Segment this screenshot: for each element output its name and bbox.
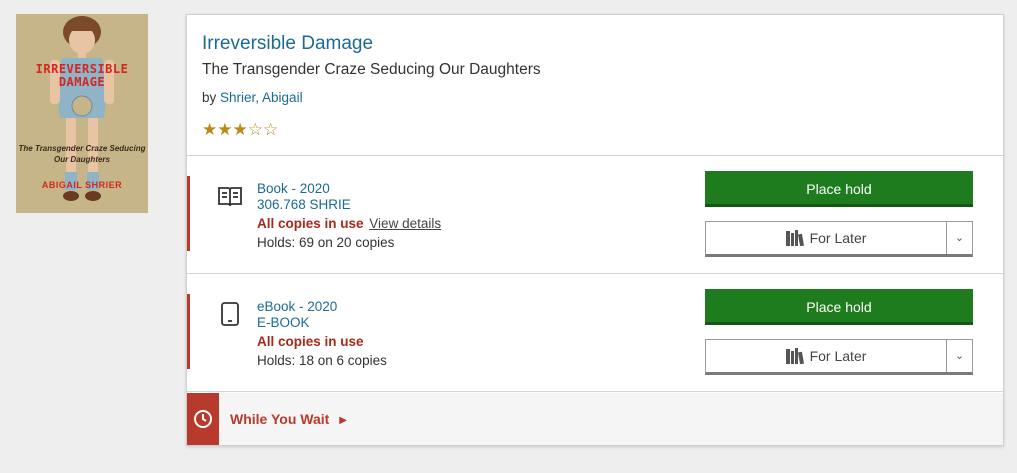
caret-right-icon: ▶ <box>339 415 347 426</box>
shelf-icon <box>785 230 804 247</box>
format-info: eBook - 2020 E-BOOK All copies in use Ho… <box>257 299 387 369</box>
shelf-icon <box>785 348 804 365</box>
format-row-ebook: eBook - 2020 E-BOOK All copies in use Ho… <box>187 274 1003 392</box>
for-later-label: For Later <box>809 230 867 246</box>
availability-status: All copies in use <box>257 334 364 349</box>
byline-prefix: by <box>202 90 221 105</box>
view-details-link[interactable]: View details <box>369 216 441 231</box>
call-number: 306.768 SHRIE <box>257 197 351 212</box>
format-label[interactable]: eBook - 2020 <box>257 299 387 315</box>
for-later-button[interactable]: For Later ⌄ <box>705 221 973 257</box>
empty-stars: ☆☆ <box>247 120 279 139</box>
for-later-main[interactable]: For Later <box>706 340 946 372</box>
availability-indicator <box>187 176 190 251</box>
record-header: Irreversible Damage The Transgender Craz… <box>187 15 1003 156</box>
cover-title-1: IRREVERSIBLE <box>35 62 129 76</box>
cover-subtitle-1: The Transgender Craze Seducing <box>18 144 146 153</box>
place-hold-button[interactable]: Place hold <box>705 289 973 325</box>
author-link[interactable]: Shrier, Abigail <box>220 90 303 105</box>
availability-status: All copies in use <box>257 216 364 231</box>
call-number: E-BOOK <box>257 315 310 330</box>
while-you-wait-label[interactable]: While You Wait ▶ <box>230 411 347 427</box>
cover-title-2: DAMAGE <box>58 75 106 89</box>
format-row-book: Book - 2020 306.768 SHRIE All copies in … <box>187 156 1003 274</box>
filled-stars: ★★★ <box>202 120 248 139</box>
holds-count: Holds: 18 on 6 copies <box>257 353 387 368</box>
chevron-down-icon[interactable]: ⌄ <box>946 340 972 372</box>
format-label[interactable]: Book - 2020 <box>257 181 441 197</box>
availability-indicator <box>187 294 190 369</box>
book-icon <box>217 183 243 209</box>
for-later-label: For Later <box>809 348 867 364</box>
while-you-wait[interactable]: While You Wait ▶ <box>187 393 1003 445</box>
record-title[interactable]: Irreversible Damage <box>202 33 373 55</box>
for-later-main[interactable]: For Later <box>706 222 946 254</box>
while-you-wait-text: While You Wait <box>230 411 330 427</box>
tablet-icon <box>217 301 243 327</box>
holds-count: Holds: 69 on 20 copies <box>257 235 395 250</box>
cover-author: ABIGAIL SHRIER <box>41 180 123 190</box>
record-card: Irreversible Damage The Transgender Craz… <box>186 14 1004 446</box>
cover-subtitle-2: Our Daughters <box>53 155 110 164</box>
record-subtitle: The Transgender Craze Seducing Our Daugh… <box>202 61 541 78</box>
clock-icon <box>187 393 219 445</box>
book-cover[interactable]: IRREVERSIBLE DAMAGE The Transgender Craz… <box>16 14 148 213</box>
byline: by Shrier, Abigail <box>202 89 988 107</box>
chevron-down-icon[interactable]: ⌄ <box>946 222 972 254</box>
star-rating[interactable]: ★★★☆☆ <box>202 121 988 139</box>
place-hold-button[interactable]: Place hold <box>705 171 973 207</box>
format-info: Book - 2020 306.768 SHRIE All copies in … <box>257 181 441 251</box>
for-later-button[interactable]: For Later ⌄ <box>705 339 973 375</box>
